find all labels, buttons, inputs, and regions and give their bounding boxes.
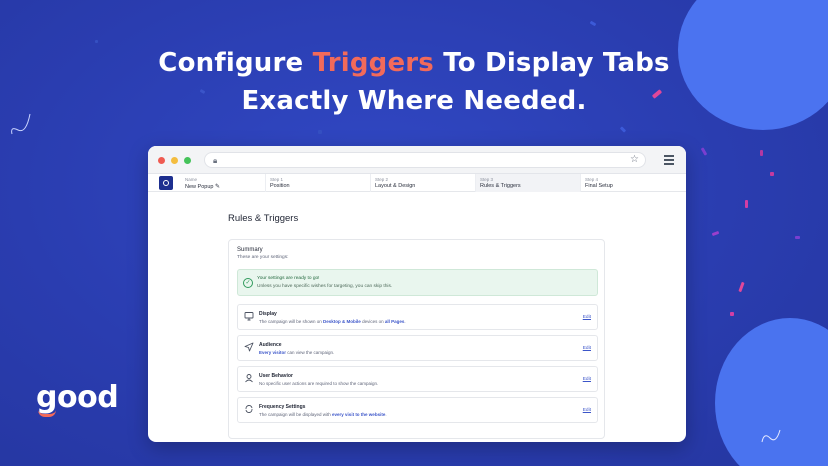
wizard-steps: Name New Popup ✎ Step 1 Position Step 2 …	[148, 174, 686, 192]
address-bar[interactable]: 🔒︎ ☆	[204, 152, 646, 168]
rule-user-behavior: User Behavior No specific user actions a…	[237, 366, 598, 392]
edit-user-behavior-link[interactable]: Edit	[583, 377, 591, 382]
squiggle-decor-bottom	[761, 429, 781, 443]
browser-window: 🔒︎ ☆ Name New Popup ✎ Step 1 Position St…	[148, 146, 686, 442]
edit-display-link[interactable]: Edit	[583, 315, 591, 320]
rule-audience: Audience Every visitor can view the camp…	[237, 335, 598, 361]
edit-frequency-link[interactable]: Edit	[583, 408, 591, 413]
repeat-icon	[243, 404, 255, 416]
step-rules-triggers[interactable]: Step 3 Rules & Triggers	[475, 174, 580, 192]
headline-accent: Triggers	[312, 48, 434, 78]
ready-notice-title: Your settings are ready to go!	[257, 276, 320, 281]
check-circle-icon: ✓	[243, 278, 253, 288]
lock-icon: 🔒︎	[213, 156, 218, 165]
step-position[interactable]: Step 1 Position	[265, 174, 370, 192]
rule-frequency-settings: Frequency Settings The campaign will be …	[237, 397, 598, 423]
rule-description: No specific user actions are required to…	[259, 381, 379, 386]
step-layout-design[interactable]: Step 2 Layout & Design	[370, 174, 475, 192]
monitor-icon	[243, 311, 255, 323]
rule-description: Every visitor can view the campaign.	[259, 350, 335, 355]
edit-audience-link[interactable]: Edit	[583, 346, 591, 351]
headline-line-2: Exactly Where Needed.	[241, 86, 587, 116]
star-icon[interactable]: ☆	[630, 154, 639, 165]
rule-description: The campaign will be displayed with ever…	[259, 412, 387, 417]
browser-chrome: 🔒︎ ☆	[148, 146, 686, 174]
summary-subtitle: These are your settings:	[237, 255, 289, 260]
summary-card: Summary These are your settings: ✓ Your …	[228, 239, 605, 439]
page-title: Rules & Triggers	[228, 213, 299, 224]
step-name[interactable]: Name New Popup ✎	[181, 174, 265, 192]
step-final-setup[interactable]: Step 4 Final Setup	[580, 174, 686, 192]
ready-notice: ✓ Your settings are ready to go! Unless …	[237, 269, 598, 296]
maximize-window-dot[interactable]	[184, 157, 191, 164]
ready-notice-subtitle: Unless you have specific wishes for targ…	[257, 284, 393, 289]
rule-description: The campaign will be shown on Desktop & …	[259, 319, 406, 324]
user-icon	[243, 373, 255, 385]
summary-title: Summary	[237, 247, 263, 253]
minimize-window-dot[interactable]	[171, 157, 178, 164]
app-logo-icon	[159, 176, 173, 190]
headline-line-1: Configure Triggers To Display Tabs	[158, 48, 670, 78]
hamburger-icon[interactable]	[664, 155, 674, 167]
brand-logo-smile	[38, 410, 56, 417]
close-window-dot[interactable]	[158, 157, 165, 164]
edit-pencil-icon[interactable]: ✎	[215, 184, 220, 190]
rule-display: Display The campaign will be shown on De…	[237, 304, 598, 330]
send-icon	[243, 342, 255, 354]
